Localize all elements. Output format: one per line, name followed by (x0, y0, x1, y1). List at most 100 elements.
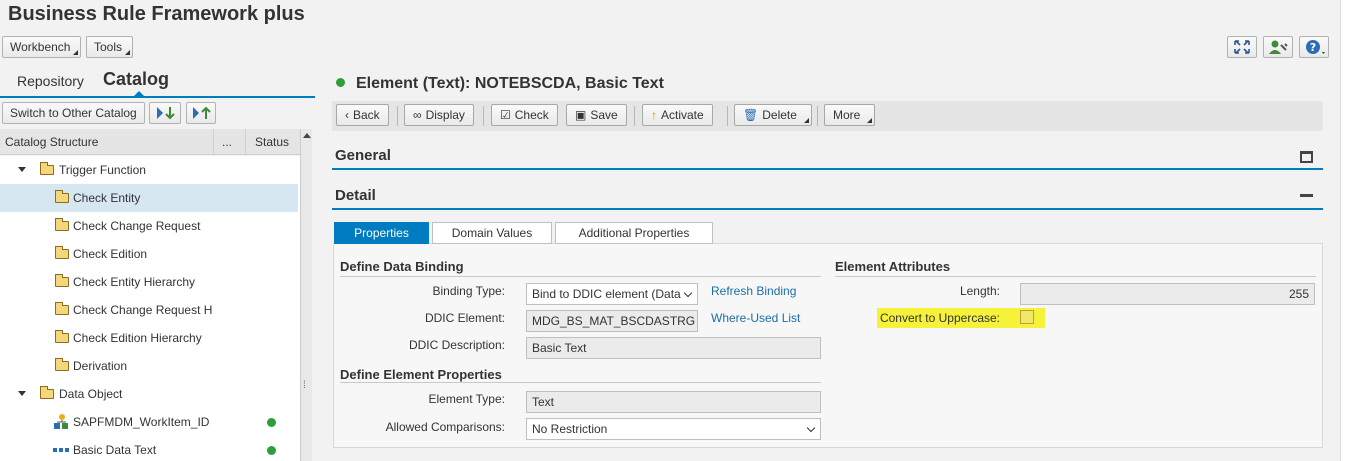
save-button[interactable]: ▣ Save (566, 104, 627, 126)
more-label: More (833, 108, 861, 122)
tree-node[interactable]: Check Edition (0, 240, 298, 268)
catalog-table-header: Catalog Structure ... Status (0, 129, 300, 155)
detail-section-header[interactable]: Detail (332, 182, 1323, 210)
tab-catalog[interactable]: Catalog (103, 69, 169, 90)
check-label: Check (514, 108, 549, 122)
more-button[interactable]: More (824, 104, 876, 126)
fullscreen-icon (1234, 40, 1250, 54)
expand-down-button[interactable] (149, 102, 181, 124)
tree-node[interactable]: Check Change Request (0, 212, 298, 240)
binding-type-value: Bind to DDIC element (Data (532, 287, 681, 301)
user-settings-button[interactable] (1263, 36, 1293, 58)
tree-node-label: Check Change Request (73, 219, 201, 233)
tree-scrollbar[interactable] (300, 129, 312, 461)
more-columns-header[interactable]: ... (222, 135, 232, 149)
save-label: Save (590, 108, 618, 122)
binding-type-select[interactable]: Bind to DDIC element (Data (526, 283, 698, 305)
app-title: Business Rule Framework plus (8, 3, 305, 25)
tree-node-label: Check Entity (73, 191, 141, 205)
structure-icon (54, 414, 68, 429)
element-type-field: Text (526, 391, 821, 413)
attributes-group-title: Element Attributes (835, 259, 951, 274)
tools-label: Tools (94, 40, 123, 54)
back-button[interactable]: ‹ Back (336, 104, 389, 126)
allowed-comparisons-select[interactable]: No Restriction (526, 418, 821, 440)
element-title: Element (Text): NOTEBSCDA, Basic Text (356, 75, 664, 92)
save-icon: ▣ (575, 108, 587, 122)
workbench-label: Workbench (10, 40, 71, 54)
uppercase-checkbox[interactable] (1020, 310, 1034, 324)
tree-node-label: SAPFMDM_WorkItem_ID (73, 415, 210, 429)
move-down-icon (157, 107, 175, 120)
activate-button[interactable]: ↑ Activate (642, 104, 713, 126)
tree-node[interactable]: Data Object (0, 380, 298, 408)
switch-catalog-button[interactable]: Switch to Other Catalog (2, 102, 145, 124)
splitter-grip-icon[interactable]: ⁞ (303, 380, 306, 391)
tree-node[interactable]: Check Change Request Hi (0, 296, 298, 324)
binding-group-title: Define Data Binding (340, 259, 464, 274)
catalog-structure-header: Catalog Structure (5, 135, 99, 149)
allowed-comparisons-value: No Restriction (532, 422, 608, 436)
tree-node-label: Check Edition Hierarchy (73, 331, 202, 345)
folder-icon (55, 358, 69, 371)
allowed-comparisons-label: Allowed Comparisons: (385, 420, 505, 434)
tree-node[interactable]: Check Entity Hierarchy (0, 268, 298, 296)
activate-icon: ↑ (651, 108, 657, 122)
fullscreen-button[interactable] (1227, 36, 1257, 58)
length-field: 255 (1020, 283, 1315, 305)
refresh-binding-link[interactable]: Refresh Binding (711, 284, 796, 298)
general-section-header[interactable]: General (332, 142, 1323, 170)
help-button[interactable]: ? (1299, 36, 1329, 58)
folder-icon (55, 218, 69, 231)
collapse-icon[interactable] (18, 167, 26, 172)
workbench-menu[interactable]: Workbench (2, 36, 82, 58)
tab-underline (0, 96, 315, 98)
element-status-icon (336, 78, 345, 87)
window-scrollbar[interactable] (1340, 0, 1348, 461)
tree-node[interactable]: Check Edition Hierarchy (0, 324, 298, 352)
ddic-element-field: MDG_BS_MAT_BSCDASTRG (526, 310, 698, 332)
tree-node[interactable]: Trigger Function (0, 156, 298, 184)
chevron-down-icon (806, 423, 816, 433)
trash-icon: 🗑 (743, 108, 759, 122)
collapse-icon[interactable] (18, 391, 26, 396)
folder-icon (55, 190, 69, 203)
tab-domain-values[interactable]: Domain Values (432, 222, 552, 244)
minimize-icon[interactable] (1300, 194, 1313, 197)
display-button[interactable]: ∞ Display (404, 104, 474, 126)
tab-additional-properties[interactable]: Additional Properties (555, 222, 713, 244)
scroll-up-icon[interactable] (303, 133, 311, 138)
status-active-icon (267, 418, 276, 427)
activate-label: Activate (661, 108, 704, 122)
tree-node[interactable]: Basic Data Text (0, 436, 298, 461)
move-up-icon (193, 106, 211, 119)
tree-node-label: Check Entity Hierarchy (73, 275, 196, 289)
delete-button[interactable]: 🗑 Delete (734, 104, 812, 126)
element-icon (53, 448, 69, 452)
status-active-icon (267, 446, 276, 455)
back-label: Back (353, 108, 380, 122)
chevron-left-icon: ‹ (345, 108, 349, 122)
tree-node[interactable]: Derivation (0, 352, 298, 380)
tree-node-selected[interactable]: Check Entity (0, 184, 298, 212)
element-type-label: Element Type: (428, 392, 506, 406)
tools-menu[interactable]: Tools (86, 36, 134, 58)
display-label: Display (425, 108, 465, 122)
tree-node-label: Check Change Request Hi (73, 303, 213, 317)
check-button[interactable]: ☑ Check (491, 104, 558, 126)
tab-properties[interactable]: Properties (334, 222, 429, 244)
maximize-icon[interactable] (1300, 151, 1313, 163)
length-label: Length: (959, 284, 1000, 298)
folder-icon (55, 246, 69, 259)
folder-icon (55, 302, 69, 315)
folder-icon (40, 386, 54, 399)
tree-node[interactable]: SAPFMDM_WorkItem_ID (0, 408, 298, 436)
glasses-icon: ∞ (413, 108, 422, 122)
status-header: Status (255, 135, 290, 149)
tab-repository[interactable]: Repository (17, 73, 84, 89)
delete-label: Delete (762, 108, 797, 122)
tree-node-label: Trigger Function (59, 163, 146, 177)
where-used-link[interactable]: Where-Used List (711, 311, 800, 325)
folder-icon (40, 162, 54, 175)
expand-up-button[interactable] (186, 102, 216, 124)
